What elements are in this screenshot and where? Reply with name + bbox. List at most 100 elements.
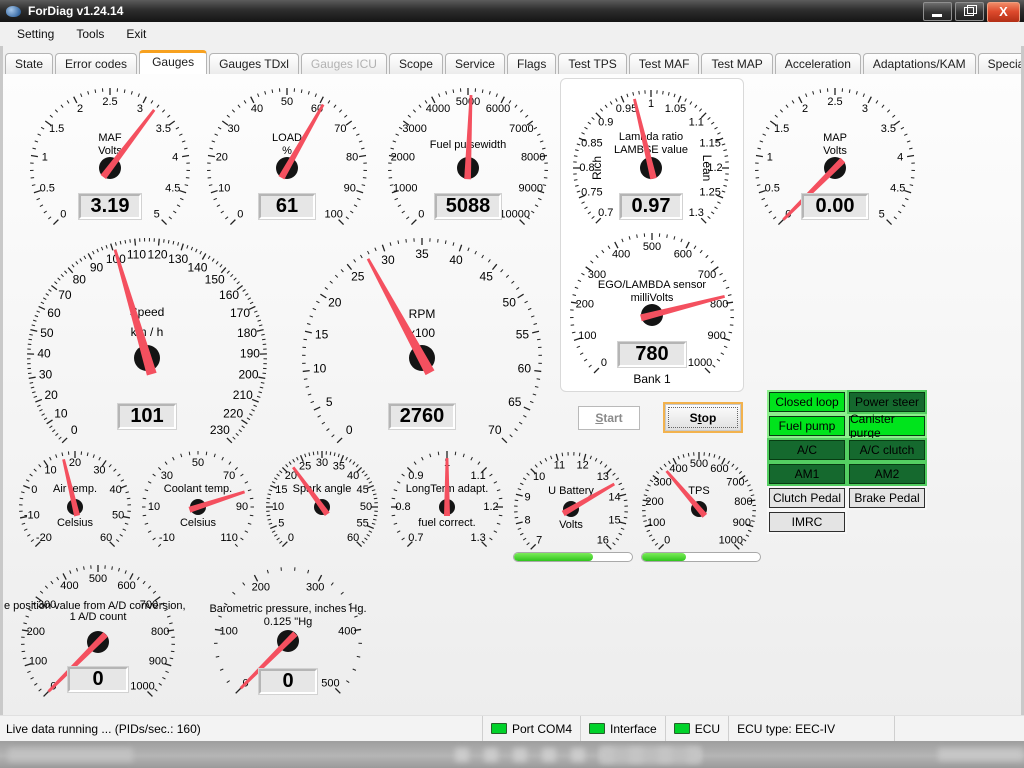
status-panel-port-com4: Port COM4 <box>482 716 580 741</box>
svg-text:10: 10 <box>218 182 230 194</box>
gauge-lambda-ratio-value: 0.97 <box>620 194 682 219</box>
status-panel-interface: Interface <box>580 716 665 741</box>
svg-text:2: 2 <box>77 103 83 115</box>
svg-text:20: 20 <box>45 388 59 402</box>
svg-text:Coolant temp.: Coolant temp. <box>164 483 232 495</box>
svg-text:-20: -20 <box>36 532 52 544</box>
svg-text:LAMBSE value: LAMBSE value <box>614 144 688 156</box>
svg-text:8: 8 <box>524 515 530 527</box>
gauge-speed-value: 101 <box>118 404 176 429</box>
gauges-content: 0 0.5 1 1.5 2 2.5 3 3.5 4 4.5 5 MAF Volts 3.19 0 10 20 30… <box>0 74 1024 715</box>
svg-text:4.5: 4.5 <box>165 182 180 194</box>
svg-text:10: 10 <box>533 471 545 483</box>
svg-text:55: 55 <box>357 518 369 530</box>
indicator-imrc: IMRC <box>769 512 845 532</box>
svg-text:400: 400 <box>60 580 78 592</box>
svg-text:MAF: MAF <box>98 132 122 144</box>
svg-text:12: 12 <box>577 459 589 471</box>
gauge-spark-angle-needle <box>292 466 330 517</box>
gauge-rpm-needle <box>366 258 435 376</box>
tab-error-codes[interactable]: Error codes <box>55 53 138 74</box>
svg-text:90: 90 <box>90 260 104 274</box>
svg-text:0: 0 <box>664 535 670 547</box>
svg-text:70: 70 <box>488 423 502 437</box>
svg-text:200: 200 <box>252 581 270 593</box>
svg-text:0: 0 <box>60 209 66 221</box>
minimize-icon <box>932 14 942 17</box>
progress-bar-2 <box>641 552 761 562</box>
gauge-map: 0 0.5 1 1.5 2 2.5 3 3.5 4 4.5 5 MAP Volts <box>749 82 921 254</box>
window-controls: X <box>923 2 1020 23</box>
svg-text:25: 25 <box>351 270 365 284</box>
taskbar-blob <box>542 748 556 762</box>
svg-text:140: 140 <box>187 260 207 274</box>
svg-text:1000: 1000 <box>130 680 154 692</box>
tab-acceleration[interactable]: Acceleration <box>774 53 861 74</box>
taskbar-blob <box>571 748 585 762</box>
svg-text:200: 200 <box>645 496 663 508</box>
stop-button[interactable]: Stop <box>665 404 741 431</box>
tab-service[interactable]: Service <box>444 53 505 74</box>
status-message: Live data running ... (PIDs/sec.: 160) <box>6 721 201 736</box>
svg-text:170: 170 <box>230 306 250 320</box>
svg-text:1: 1 <box>767 152 773 164</box>
svg-text:1000: 1000 <box>719 535 743 547</box>
svg-text:0.75: 0.75 <box>581 186 602 198</box>
svg-text:800: 800 <box>151 626 169 638</box>
svg-text:50: 50 <box>503 295 517 309</box>
svg-text:1.25: 1.25 <box>699 186 720 198</box>
indicator-canister-purge: Canister purge <box>849 412 925 440</box>
tab-gauges[interactable]: Gauges <box>139 50 208 74</box>
tab-flags[interactable]: Flags <box>506 53 557 74</box>
svg-text:100: 100 <box>220 626 238 638</box>
svg-text:130: 130 <box>168 252 188 266</box>
svg-text:1.1: 1.1 <box>689 117 704 129</box>
svg-text:900: 900 <box>707 330 725 342</box>
svg-text:100: 100 <box>578 330 596 342</box>
svg-text:0.9: 0.9 <box>598 117 613 129</box>
svg-text:70: 70 <box>334 123 346 135</box>
tab-gauges-icu[interactable]: Gauges ICU <box>300 53 387 74</box>
status-panel-ecu-type-eec-iv: ECU type: EEC-IV <box>728 716 894 741</box>
tab-state[interactable]: State <box>5 53 54 74</box>
svg-text:Volts: Volts <box>559 519 583 531</box>
svg-text:1.2: 1.2 <box>483 501 498 513</box>
status-panel-empty <box>894 716 1024 741</box>
indicator-clutch-pedal: Clutch Pedal <box>769 488 845 508</box>
svg-text:0: 0 <box>288 532 294 544</box>
tab-scope[interactable]: Scope <box>388 53 443 74</box>
svg-text:1 A/D count: 1 A/D count <box>70 611 127 623</box>
svg-text:0: 0 <box>31 484 37 496</box>
svg-text:70: 70 <box>58 288 72 302</box>
close-button[interactable]: X <box>987 2 1020 23</box>
start-button[interactable]: Start <box>578 406 640 430</box>
menu-item-tools[interactable]: Tools <box>65 24 115 44</box>
svg-text:0: 0 <box>243 677 249 689</box>
svg-text:5: 5 <box>278 518 284 530</box>
tab-test-maf[interactable]: Test MAF <box>628 53 700 74</box>
svg-text:2.5: 2.5 <box>102 96 117 108</box>
restore-button[interactable] <box>955 2 984 21</box>
svg-text:210: 210 <box>233 388 253 402</box>
svg-text:1.15: 1.15 <box>699 137 720 149</box>
tab-special[interactable]: Special <box>977 53 1024 74</box>
svg-text:60: 60 <box>100 532 112 544</box>
svg-text:1.1: 1.1 <box>470 470 485 482</box>
tab-adaptations-kam[interactable]: Adaptations/KAM <box>862 53 976 74</box>
tab-test-tps[interactable]: Test TPS <box>558 53 627 74</box>
progress-bar-1 <box>513 552 633 562</box>
menu-item-exit[interactable]: Exit <box>115 24 157 44</box>
status-led <box>589 723 606 734</box>
gauge-longterm-adapt-needle <box>444 458 450 516</box>
tab-gauges-tdxl[interactable]: Gauges TDxl <box>209 53 299 74</box>
menu-item-setting[interactable]: Setting <box>6 24 65 44</box>
os-taskbar-blurred <box>0 741 1024 768</box>
svg-text:Volts: Volts <box>98 145 122 157</box>
gauge-maf: 0 0.5 1 1.5 2 2.5 3 3.5 4 4.5 5 MAF Volts <box>24 82 196 254</box>
gauge-fuel-pulsewidth-needle <box>464 95 473 180</box>
svg-text:400: 400 <box>338 626 356 638</box>
tab-test-map[interactable]: Test MAP <box>701 53 773 74</box>
svg-text:50: 50 <box>281 96 293 108</box>
svg-text:9: 9 <box>524 491 530 503</box>
minimize-button[interactable] <box>923 2 952 21</box>
